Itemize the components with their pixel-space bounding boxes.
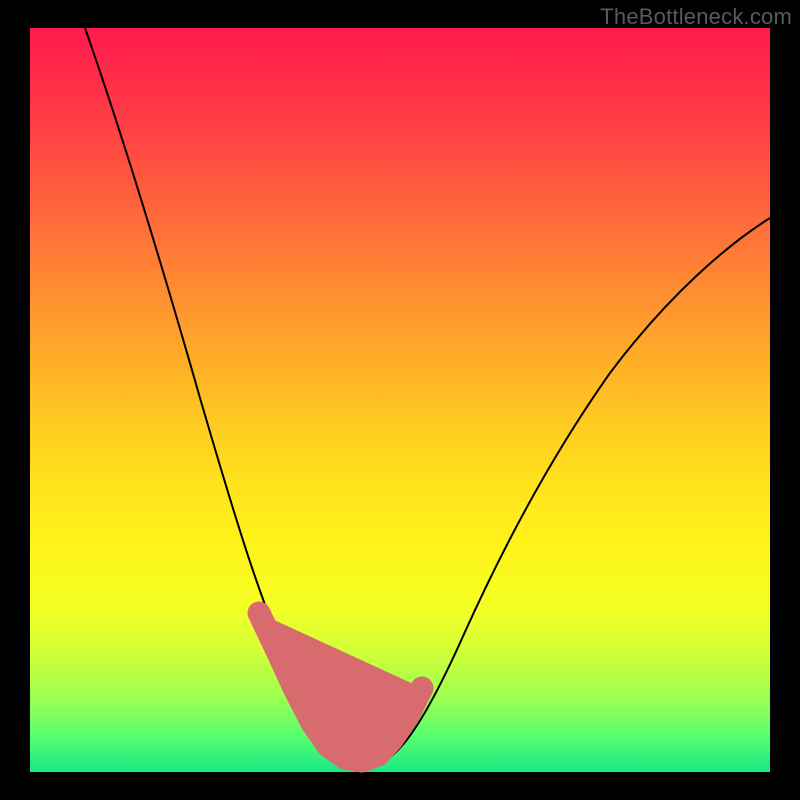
bottleneck-curve	[85, 28, 770, 765]
marker-cluster	[259, 613, 422, 761]
outer-frame: TheBottleneck.com	[0, 0, 800, 800]
watermark-text: TheBottleneck.com	[600, 4, 792, 30]
plot-area	[30, 28, 770, 772]
curve-svg	[30, 28, 770, 772]
